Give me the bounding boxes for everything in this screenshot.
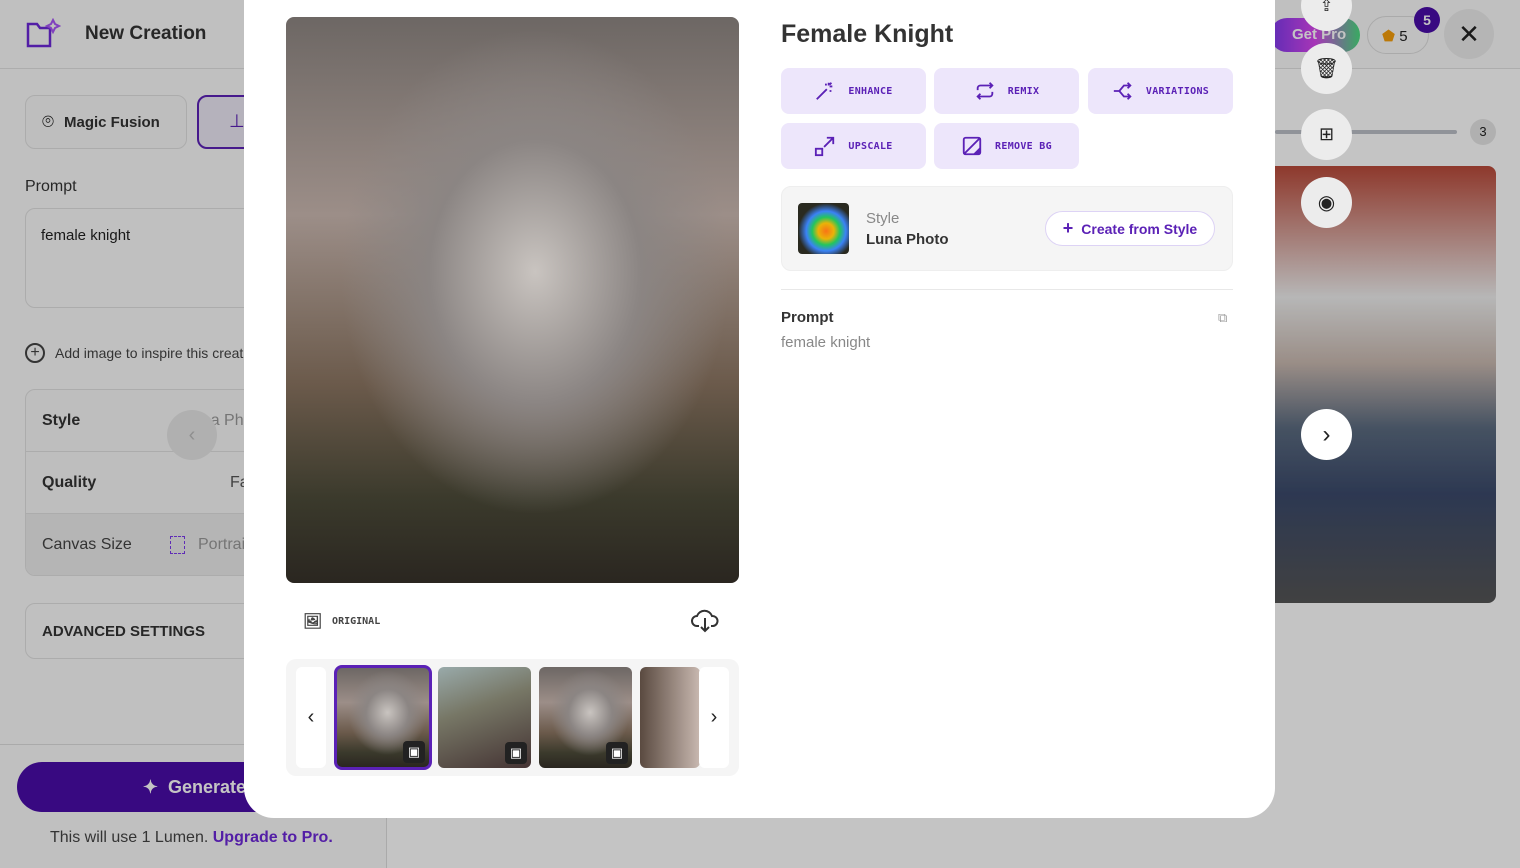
trash-icon: 🗑 — [1313, 58, 1340, 80]
view-button[interactable]: ◉ — [1301, 177, 1352, 228]
delete-button[interactable]: 🗑 — [1301, 43, 1352, 94]
original-label: ORIGINAL — [332, 615, 381, 627]
thumbnail-2[interactable]: ▣ — [438, 667, 531, 768]
download-icon[interactable] — [691, 608, 719, 634]
prompt-heading: Prompt — [781, 309, 834, 326]
upscale-button[interactable]: UPSCALE — [781, 123, 926, 169]
main-image — [286, 17, 739, 583]
create-from-style-label: Create from Style — [1081, 220, 1198, 237]
image-icon: ▣ — [505, 742, 527, 764]
remove-bg-icon — [962, 136, 982, 156]
action-label: UPSCALE — [848, 140, 893, 152]
variations-button[interactable]: VARIATIONS — [1088, 68, 1233, 114]
action-label: REMIX — [1007, 85, 1040, 97]
magic-wand-icon — [816, 82, 833, 100]
image-icon: ▣ — [403, 741, 425, 763]
add-to-folder-button[interactable]: ⊞ — [1301, 109, 1352, 160]
style-label: Style — [866, 210, 900, 227]
thumbnail-1[interactable]: ▣ — [334, 665, 432, 770]
split-arrows-icon — [1113, 82, 1132, 100]
action-label: REMOVE BG — [995, 140, 1052, 152]
repeat-icon — [976, 82, 994, 100]
create-from-style-button[interactable]: + Create from Style — [1045, 211, 1215, 246]
share-icon: ⇪ — [1319, 0, 1334, 15]
remove-bg-button[interactable]: REMOVE BG — [934, 123, 1079, 169]
plus-icon: + — [1062, 218, 1074, 238]
upscale-icon — [815, 136, 835, 157]
image-icon: ▣ — [606, 742, 628, 764]
image-title: Female Knight — [781, 20, 954, 48]
next-image-button[interactable]: › — [1301, 409, 1352, 460]
eye-icon: ◉ — [1317, 192, 1336, 214]
original-toggle[interactable]: 🖼 ORIGINAL — [303, 612, 380, 630]
thumbnail-4[interactable] — [640, 667, 700, 768]
folder-plus-icon: ⊞ — [1318, 124, 1335, 144]
enhance-button[interactable]: ENHANCE — [781, 68, 926, 114]
prompt-text: female knight — [781, 334, 871, 351]
thumbs-next-button[interactable]: › — [699, 667, 729, 768]
style-thumbnail — [798, 203, 849, 254]
divider — [781, 289, 1233, 290]
action-label: ENHANCE — [848, 85, 893, 97]
copy-icon[interactable]: ⧉ — [1218, 310, 1232, 325]
action-label: VARIATIONS — [1145, 85, 1210, 97]
image-icon: 🖼 — [303, 612, 323, 630]
thumbs-prev-button[interactable]: ‹ — [296, 667, 326, 768]
remix-button[interactable]: REMIX — [934, 68, 1079, 114]
style-name: Luna Photo — [866, 231, 949, 248]
chevron-right-icon: › — [1322, 420, 1331, 448]
thumbnail-3[interactable]: ▣ — [539, 667, 632, 768]
